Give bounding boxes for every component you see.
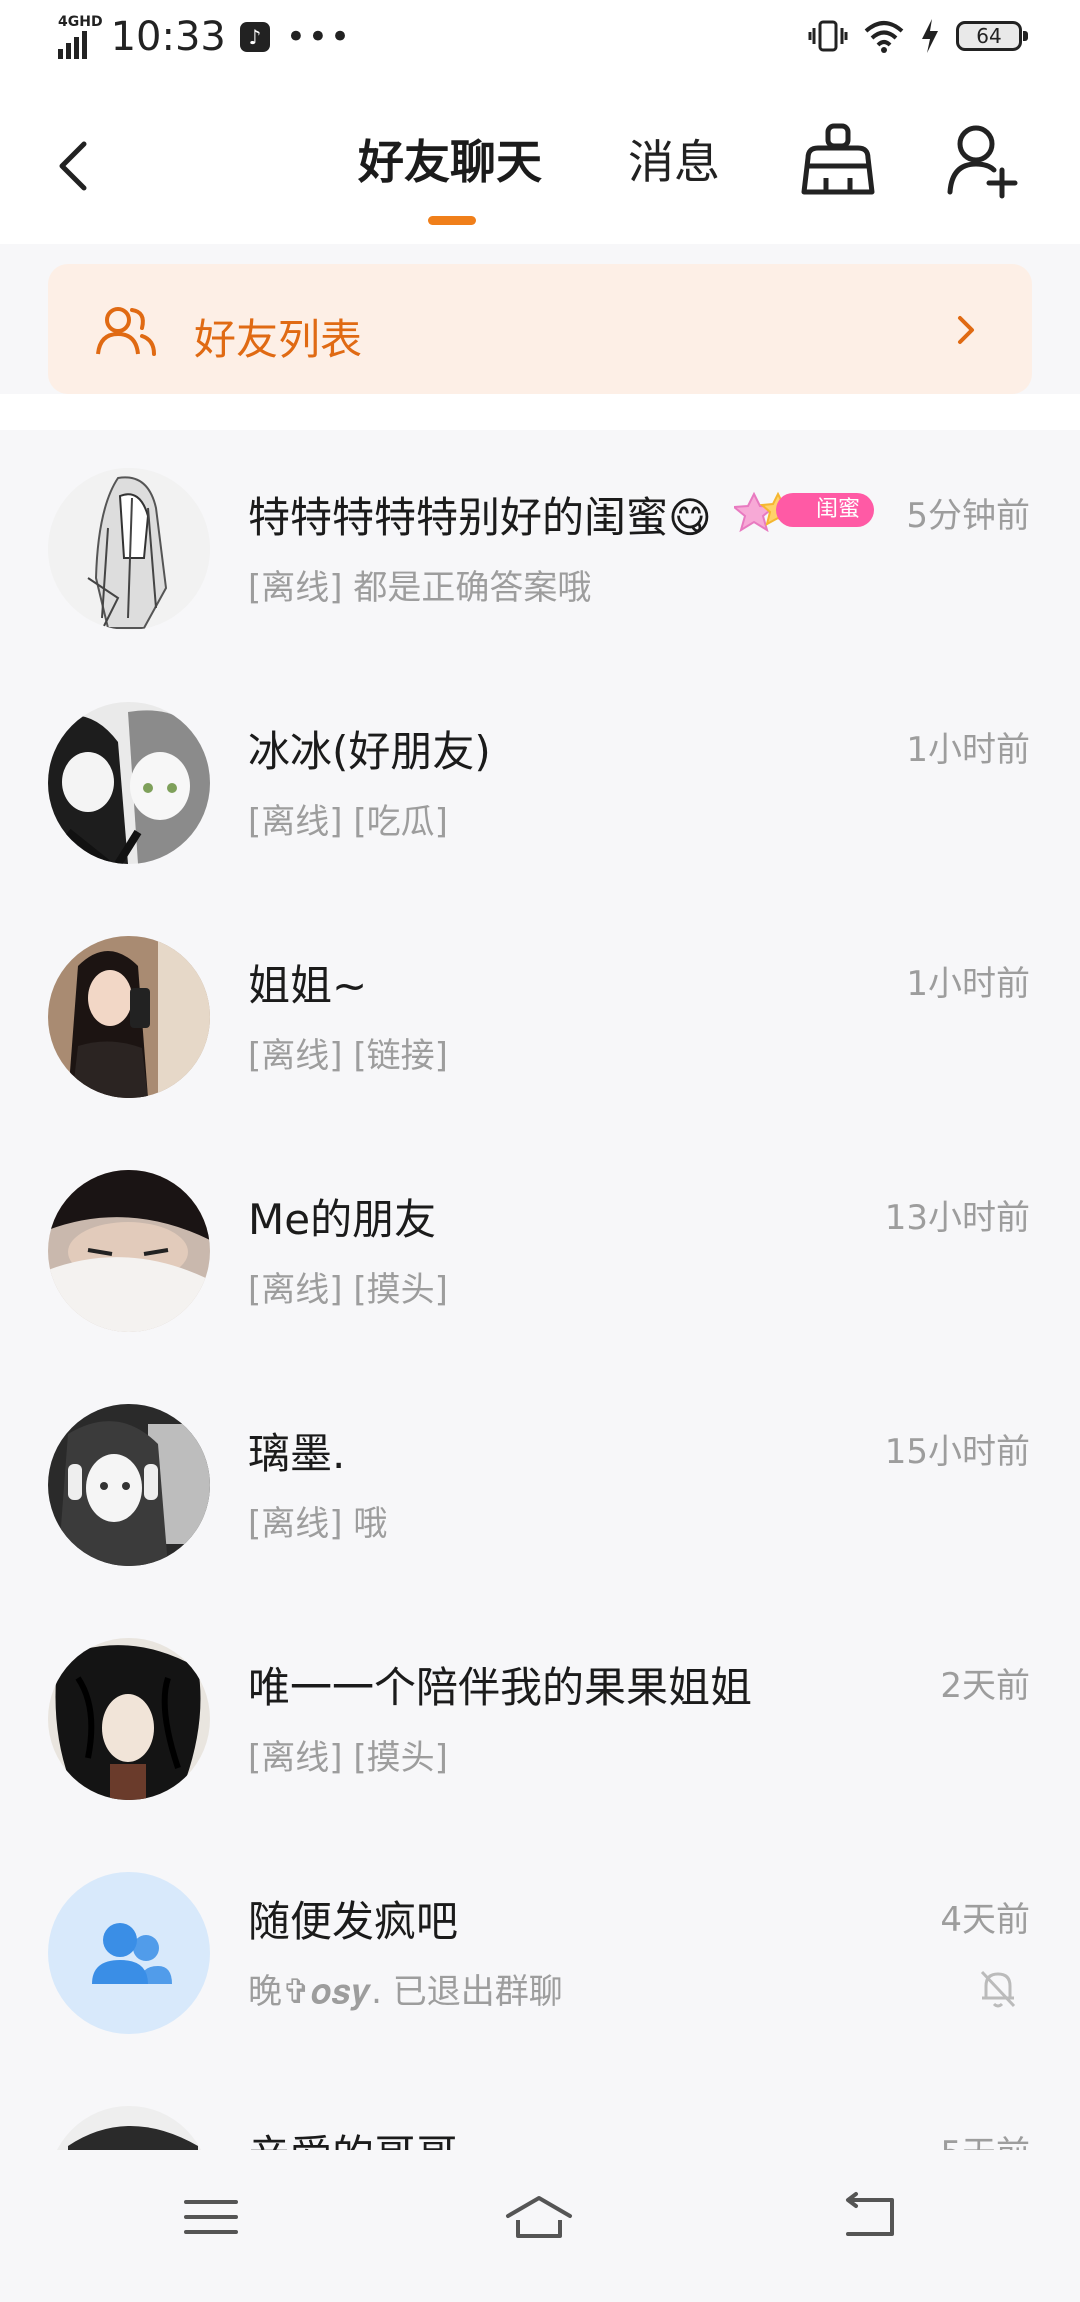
chat-preview: [离线] [链接]: [248, 1036, 448, 1076]
back-icon[interactable]: [50, 126, 110, 206]
chat-item[interactable]: Me的朋友 13小时前 [离线] [摸头]: [0, 1132, 1080, 1366]
spacer: [0, 394, 1080, 430]
friends-icon: [96, 307, 156, 356]
clean-broom-icon[interactable]: [798, 120, 878, 200]
avatar[interactable]: [48, 468, 210, 630]
more-notifications-icon: •••: [285, 17, 353, 57]
network-type: 4GHD: [58, 14, 103, 30]
chat-preview: 晚✞𝒐𝒔𝒚. 已退出群聊: [248, 1972, 563, 2012]
tab-friend-chat[interactable]: 好友聊天: [358, 126, 542, 192]
header: 好友聊天 消息: [0, 86, 1080, 244]
vibrate-icon: [808, 20, 848, 52]
chat-item[interactable]: 姐姐~ 1小时前 [离线] [链接]: [0, 898, 1080, 1132]
avatar[interactable]: [48, 936, 210, 1098]
status-left: 4GHD 10:33 ♪ •••: [58, 14, 352, 60]
chevron-right-icon: [958, 316, 974, 344]
chat-preview: [离线] 都是正确答案哦: [248, 568, 592, 608]
chat-item[interactable]: 特特特特特别好的闺蜜😋 闺蜜 5分钟前 [离线] 都是正确答案哦: [0, 430, 1080, 664]
avatar[interactable]: [48, 1638, 210, 1800]
clock: 10:33: [110, 14, 226, 60]
battery-icon: 64: [956, 21, 1028, 51]
chat-item[interactable]: 随便发疯吧 4天前 晚✞𝒐𝒔𝒚. 已退出群聊: [0, 1834, 1080, 2068]
system-nav-bar: [0, 2150, 1080, 2280]
chat-time: 15小时前: [884, 1432, 1030, 1472]
chat-time: 4天前: [940, 1900, 1030, 1940]
wifi-icon: [864, 21, 904, 53]
chat-name: 特特特特特别好的闺蜜😋: [248, 493, 712, 542]
chat-name: 冰冰(好朋友): [248, 727, 491, 776]
chat-preview: [离线] [摸头]: [248, 1738, 448, 1778]
chat-name: 唯一一个陪伴我的果果姐姐: [248, 1663, 753, 1712]
back-nav-icon[interactable]: [836, 2190, 906, 2244]
avatar[interactable]: [48, 1404, 210, 1566]
chat-time: 13小时前: [884, 1198, 1030, 1238]
tab-active-indicator: [428, 216, 476, 225]
avatar[interactable]: [48, 1170, 210, 1332]
chat-time: 5分钟前: [906, 496, 1030, 536]
menu-icon[interactable]: [176, 2190, 246, 2244]
group-avatar[interactable]: [48, 1872, 210, 2034]
tiktok-icon: ♪: [239, 22, 270, 52]
chat-name: 璃墨.: [248, 1429, 346, 1478]
chat-time: 1小时前: [906, 964, 1030, 1004]
chat-preview: [离线] [摸头]: [248, 1270, 448, 1310]
chat-preview: [离线] [吃瓜]: [248, 802, 448, 842]
chat-name: Me的朋友: [248, 1195, 437, 1244]
group-icon: [92, 1923, 172, 1984]
tab-messages[interactable]: 消息: [628, 126, 720, 192]
chat-item[interactable]: 冰冰(好朋友) 1小时前 [离线] [吃瓜]: [0, 664, 1080, 898]
signal-icon: [58, 29, 95, 59]
status-bar: 4GHD 10:33 ♪ ••• 64: [0, 0, 1080, 86]
chat-item[interactable]: 璃墨. 15小时前 [离线] 哦: [0, 1366, 1080, 1600]
chat-item[interactable]: 唯一一个陪伴我的果果姐姐 2天前 [离线] [摸头]: [0, 1600, 1080, 1834]
avatar[interactable]: [48, 702, 210, 864]
add-friend-icon[interactable]: [944, 120, 1024, 200]
charging-icon: [922, 19, 938, 53]
chat-time: 1小时前: [906, 730, 1030, 770]
friends-list-label: 好友列表: [194, 315, 363, 364]
status-right: 64: [808, 18, 1028, 54]
chat-name: 姐姐~: [248, 961, 368, 1010]
home-icon[interactable]: [504, 2190, 574, 2244]
badge-label: 闺蜜: [776, 493, 875, 527]
chat-preview: [离线] 哦: [248, 1504, 388, 1544]
bestie-badge: 闺蜜: [734, 488, 875, 532]
friends-list-button[interactable]: 好友列表: [48, 264, 1032, 394]
chat-time: 2天前: [940, 1666, 1030, 1706]
muted-bell-icon: [980, 1970, 1016, 2008]
chat-name: 随便发疯吧: [248, 1897, 459, 1946]
